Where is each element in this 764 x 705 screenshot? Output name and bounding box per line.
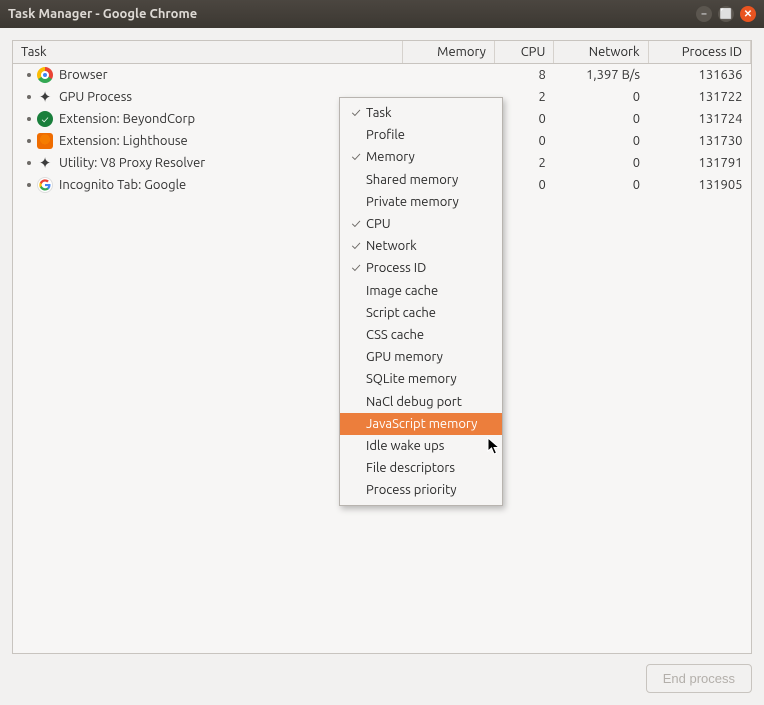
- cell-pid: 131730: [648, 130, 750, 152]
- check-icon: ✓: [346, 150, 366, 164]
- col-task[interactable]: Task: [13, 41, 402, 64]
- maximize-button[interactable]: ⬜: [718, 6, 734, 22]
- menu-item-label: Profile: [366, 128, 405, 142]
- menu-item-label: Idle wake ups: [366, 439, 444, 453]
- menu-item[interactable]: ✓Process ID: [340, 257, 502, 279]
- row-bullet-icon: [27, 183, 31, 187]
- check-icon: ✓: [346, 261, 366, 275]
- menu-item[interactable]: Private memory: [340, 191, 502, 213]
- col-process-id[interactable]: Process ID: [648, 41, 750, 64]
- menu-item-label: JavaScript memory: [366, 417, 477, 431]
- close-button[interactable]: ✕: [740, 6, 756, 22]
- menu-item-label: NaCl debug port: [366, 395, 462, 409]
- cell-network: 0: [554, 130, 648, 152]
- menu-item-label: Script cache: [366, 306, 436, 320]
- chrome-icon: [37, 67, 53, 83]
- window-controls: – ⬜ ✕: [696, 6, 756, 22]
- menu-item[interactable]: ✓CPU: [340, 213, 502, 235]
- google-icon: [37, 177, 53, 193]
- row-bullet-icon: [27, 73, 31, 77]
- menu-item-label: CPU: [366, 217, 391, 231]
- menu-item-label: Private memory: [366, 195, 459, 209]
- menu-item[interactable]: ✓Memory: [340, 146, 502, 168]
- titlebar: Task Manager - Google Chrome – ⬜ ✕: [0, 0, 764, 28]
- menu-item[interactable]: Image cache: [340, 280, 502, 302]
- menu-item[interactable]: ✓Task: [340, 102, 502, 124]
- col-network[interactable]: Network: [554, 41, 648, 64]
- menu-item-label: SQLite memory: [366, 372, 457, 386]
- task-name: Browser: [59, 68, 108, 82]
- task-name: Utility: V8 Proxy Resolver: [59, 156, 205, 170]
- row-bullet-icon: [27, 95, 31, 99]
- menu-item-label: Memory: [366, 150, 415, 164]
- menu-item-label: File descriptors: [366, 461, 455, 475]
- task-name: Incognito Tab: Google: [59, 178, 186, 192]
- menu-item[interactable]: File descriptors: [340, 457, 502, 479]
- menu-item[interactable]: Idle wake ups: [340, 435, 502, 457]
- check-icon: ✓: [346, 239, 366, 253]
- cell-cpu: 8: [494, 64, 553, 87]
- lighthouse-icon: [37, 133, 53, 149]
- col-memory[interactable]: Memory: [402, 41, 494, 64]
- cell-network: 0: [554, 108, 648, 130]
- menu-item-label: CSS cache: [366, 328, 424, 342]
- menu-item[interactable]: CSS cache: [340, 324, 502, 346]
- col-cpu[interactable]: CPU: [494, 41, 553, 64]
- footer: End process: [12, 654, 752, 693]
- menu-item[interactable]: Script cache: [340, 302, 502, 324]
- menu-item[interactable]: JavaScript memory: [340, 413, 502, 435]
- cell-cpu: 0: [494, 108, 553, 130]
- task-name: Extension: BeyondCorp: [59, 112, 195, 126]
- menu-item-label: Process priority: [366, 483, 457, 497]
- check-icon: ✓: [346, 106, 366, 120]
- cell-network: 0: [554, 152, 648, 174]
- menu-item-label: Shared memory: [366, 173, 458, 187]
- cell-cpu: 2: [494, 152, 553, 174]
- task-name: Extension: Lighthouse: [59, 134, 188, 148]
- row-bullet-icon: [27, 117, 31, 121]
- menu-item-label: Process ID: [366, 261, 426, 275]
- task-name: GPU Process: [59, 90, 132, 104]
- cell-cpu: 0: [494, 174, 553, 196]
- row-bullet-icon: [27, 139, 31, 143]
- menu-item[interactable]: ✓Network: [340, 235, 502, 257]
- window-title: Task Manager - Google Chrome: [8, 7, 696, 21]
- end-process-button[interactable]: End process: [646, 664, 752, 693]
- cell-pid: 131791: [648, 152, 750, 174]
- minimize-button[interactable]: –: [696, 6, 712, 22]
- cell-cpu: 2: [494, 86, 553, 108]
- cell-pid: 131905: [648, 174, 750, 196]
- row-bullet-icon: [27, 161, 31, 165]
- puzzle-icon: ✦: [37, 155, 53, 171]
- menu-item[interactable]: NaCl debug port: [340, 390, 502, 412]
- menu-item-label: Task: [366, 106, 392, 120]
- table-header-row: Task Memory CPU Network Process ID: [13, 41, 751, 64]
- menu-item[interactable]: GPU memory: [340, 346, 502, 368]
- beyondcorp-icon: ✓: [37, 111, 53, 127]
- table-row[interactable]: Browser 81,397 B/s131636: [13, 64, 751, 87]
- task-table-area: Task Memory CPU Network Process ID Brows…: [12, 40, 752, 654]
- menu-item[interactable]: Process priority: [340, 479, 502, 501]
- puzzle-icon: ✦: [37, 89, 53, 105]
- menu-item[interactable]: Shared memory: [340, 169, 502, 191]
- cell-cpu: 0: [494, 130, 553, 152]
- menu-item[interactable]: SQLite memory: [340, 368, 502, 390]
- menu-item[interactable]: Profile: [340, 124, 502, 146]
- menu-item-label: Image cache: [366, 284, 438, 298]
- cell-pid: 131724: [648, 108, 750, 130]
- menu-item-label: GPU memory: [366, 350, 443, 364]
- cell-pid: 131722: [648, 86, 750, 108]
- cell-pid: 131636: [648, 64, 750, 87]
- content-area: Task Memory CPU Network Process ID Brows…: [0, 28, 764, 705]
- menu-item-label: Network: [366, 239, 417, 253]
- column-context-menu[interactable]: ✓TaskProfile✓MemoryShared memoryPrivate …: [339, 97, 503, 506]
- cell-network: 1,397 B/s: [554, 64, 648, 87]
- cell-network: 0: [554, 86, 648, 108]
- cell-network: 0: [554, 174, 648, 196]
- check-icon: ✓: [346, 217, 366, 231]
- cell-memory: [402, 64, 494, 87]
